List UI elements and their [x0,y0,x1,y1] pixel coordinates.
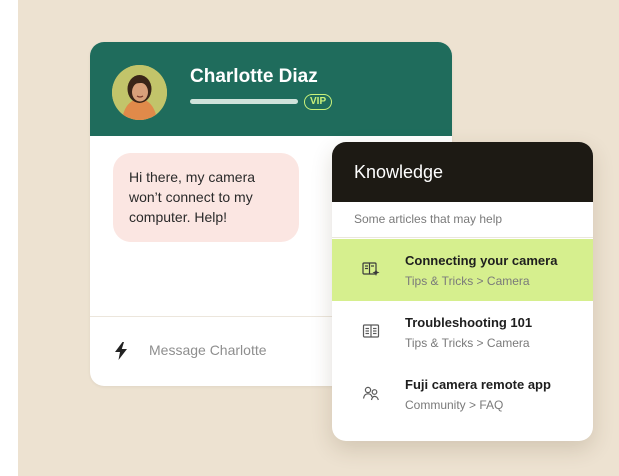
chat-header: Charlotte Diaz VIP [90,42,452,136]
article-title: Fuji camera remote app [405,377,551,392]
contact-name: Charlotte Diaz [190,66,318,87]
article-title: Troubleshooting 101 [405,315,533,330]
canvas-background: Charlotte Diaz VIP Hi there, my camera w… [18,0,619,476]
knowledge-panel: Knowledge Some articles that may help Co… [332,142,593,441]
article-item[interactable]: Troubleshooting 101 Tips & Tricks > Came… [332,301,593,363]
article-path: Tips & Tricks > Camera [405,274,530,288]
message-input[interactable] [149,339,329,361]
article-item[interactable]: Fuji camera remote app Community > FAQ [332,363,593,425]
knowledge-title: Knowledge [354,162,444,182]
article-path: Tips & Tricks > Camera [405,336,530,350]
message-bubble: Hi there, my camera won’t connect to my … [113,153,299,242]
community-icon [362,384,380,402]
name-placeholder-bar [190,99,298,104]
article-sparkle-icon [362,260,380,278]
vip-badge: VIP [304,94,333,110]
article-title: Connecting your camera [405,253,558,268]
book-icon [362,322,380,340]
lightning-icon[interactable] [113,342,129,360]
article-path: Community > FAQ [405,398,504,412]
knowledge-divider [332,237,593,238]
avatar[interactable] [112,65,167,120]
knowledge-header: Knowledge [332,142,593,202]
article-item[interactable]: Connecting your camera Tips & Tricks > C… [332,239,593,301]
knowledge-subtitle: Some articles that may help [354,212,503,226]
